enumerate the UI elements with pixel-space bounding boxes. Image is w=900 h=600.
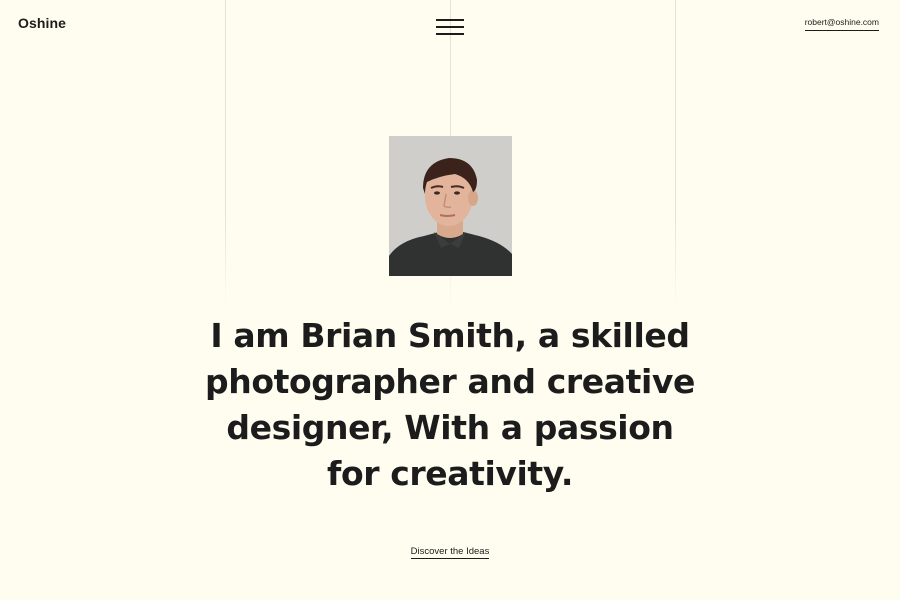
hero-headline: I am Brian Smith, a skilled photographer… bbox=[205, 316, 695, 493]
portrait-photo bbox=[389, 136, 512, 276]
hamburger-menu-icon[interactable] bbox=[436, 18, 464, 38]
cta-wrapper: Discover the Ideas bbox=[0, 541, 900, 559]
page: Oshine robert@oshine.com I am Brian Smit… bbox=[0, 0, 900, 600]
grid-line-right bbox=[675, 0, 676, 310]
email-link[interactable]: robert@oshine.com bbox=[804, 17, 879, 31]
menu-bar-middle bbox=[436, 26, 464, 28]
discover-ideas-link[interactable]: Discover the Ideas bbox=[410, 546, 490, 559]
menu-bar-bottom bbox=[436, 33, 464, 35]
menu-bar-top bbox=[436, 19, 464, 21]
site-logo[interactable]: Oshine bbox=[18, 15, 66, 31]
grid-line-left bbox=[225, 0, 226, 310]
